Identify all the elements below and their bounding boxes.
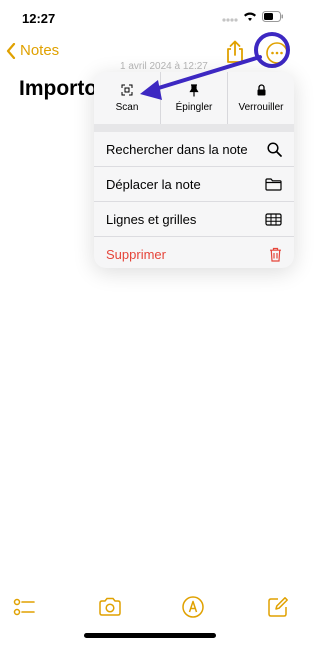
search-icon [267, 141, 282, 157]
signal-icon [222, 17, 238, 22]
delete-item[interactable]: Supprimer [94, 237, 294, 268]
back-button[interactable]: Notes [6, 42, 59, 59]
search-in-note-label: Rechercher dans la note [106, 141, 248, 157]
menu-quick-actions: Scan Épingler Verrouiller [94, 72, 294, 132]
lock-label: Verrouiller [238, 102, 284, 113]
pin-button[interactable]: Épingler [161, 72, 228, 124]
battery-icon [262, 11, 283, 22]
lines-grids-label: Lignes et grilles [106, 211, 197, 227]
scan-icon [121, 84, 133, 96]
note-options-menu: Scan Épingler Verrouiller Rechercher dan… [94, 72, 294, 268]
grid-icon [265, 212, 282, 226]
delete-label: Supprimer [106, 247, 166, 262]
annotation-highlight-circle [254, 32, 290, 68]
chevron-left-icon [6, 42, 16, 59]
pin-label: Épingler [175, 102, 213, 113]
back-label: Notes [20, 42, 60, 59]
status-bar: 12:27 [0, 0, 300, 36]
home-indicator [84, 633, 216, 638]
compose-icon[interactable] [266, 595, 290, 619]
note-date: 1 avril 2024 à 12:27 [120, 61, 208, 72]
bottom-toolbar [0, 590, 300, 624]
pin-icon [189, 83, 199, 96]
status-icons [222, 11, 284, 22]
trash-icon [270, 247, 281, 262]
scan-label: Scan [115, 102, 139, 113]
wifi-icon [244, 12, 256, 21]
lock-icon [257, 84, 265, 96]
status-time: 12:27 [22, 11, 56, 26]
scan-button[interactable]: Scan [94, 72, 161, 124]
folder-icon [265, 177, 282, 191]
move-note-item[interactable]: Déplacer la note [94, 167, 294, 202]
markup-icon[interactable] [181, 595, 205, 619]
camera-icon[interactable] [98, 595, 122, 619]
search-in-note-item[interactable]: Rechercher dans la note [94, 132, 294, 167]
note-title[interactable]: Importo [19, 77, 97, 101]
share-icon[interactable] [224, 40, 246, 64]
checklist-icon[interactable] [12, 595, 36, 619]
move-note-label: Déplacer la note [106, 176, 201, 192]
lock-button[interactable]: Verrouiller [228, 72, 294, 124]
lines-grids-item[interactable]: Lignes et grilles [94, 202, 294, 237]
